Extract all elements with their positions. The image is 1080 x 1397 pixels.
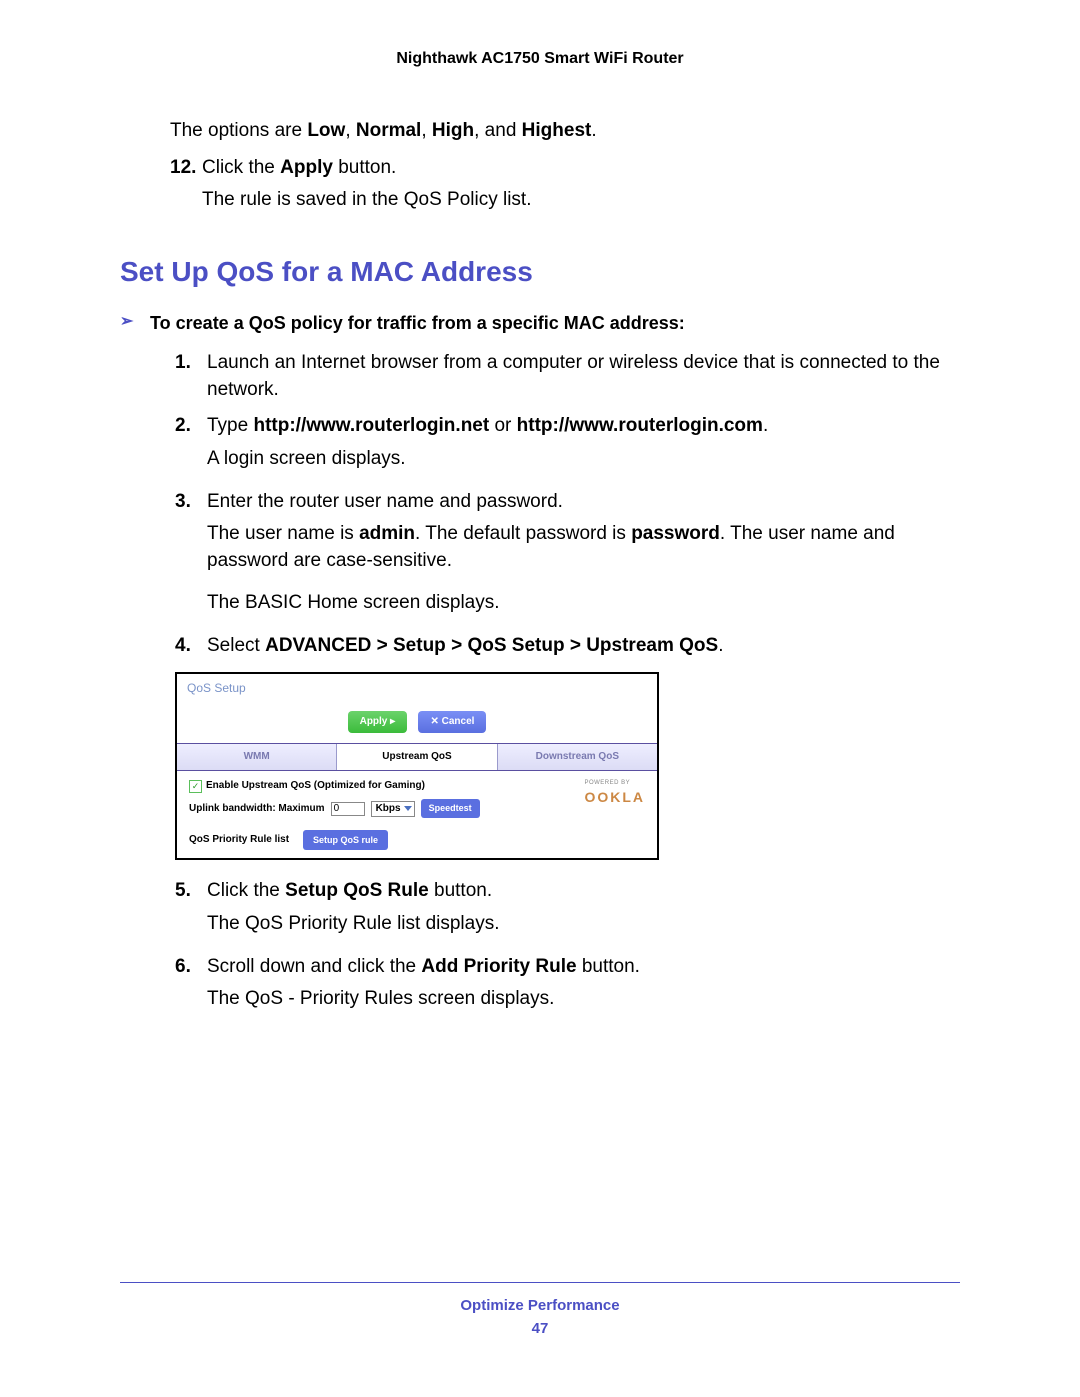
step-6-c: button.	[577, 956, 640, 977]
step-1-text: Launch an Internet browser from a comput…	[207, 350, 960, 403]
step-5-a: Click the	[207, 880, 285, 901]
options-prefix: The options are	[170, 120, 307, 141]
enable-upstream-label: Enable Upstream QoS (Optimized for Gamin…	[206, 779, 425, 793]
footer-divider	[120, 1282, 960, 1283]
step-12: 12. Click the Apply button. The rule is …	[170, 155, 960, 220]
step-5-c: button.	[429, 880, 492, 901]
step-2-url1: http://www.routerlogin.net	[253, 415, 489, 436]
speedtest-button[interactable]: Speedtest	[421, 799, 480, 818]
step-12-c: button.	[333, 157, 396, 178]
sep: , and	[474, 120, 522, 141]
ookla-logo: OOKLA	[584, 788, 645, 808]
step-6-a: Scroll down and click the	[207, 956, 421, 977]
opt-normal: Normal	[356, 120, 421, 141]
step-2-e: .	[763, 415, 768, 436]
uplink-unit-select[interactable]: Kbps	[371, 801, 415, 817]
ookla-badge: POWERED BY OOKLA	[584, 779, 645, 807]
opt-highest: Highest	[522, 120, 592, 141]
qos-panel-title: QoS Setup	[177, 674, 657, 707]
setup-qos-rule-button[interactable]: Setup QoS rule	[303, 830, 388, 851]
period: .	[591, 120, 596, 141]
powered-by-label: POWERED BY	[584, 779, 645, 787]
cancel-button[interactable]: ✕ Cancel	[418, 711, 486, 733]
step-12-sub: The rule is saved in the QoS Policy list…	[202, 187, 960, 214]
step-3-text: Enter the router user name and password.	[207, 491, 563, 512]
step-12-b: Apply	[280, 157, 333, 178]
tab-upstream[interactable]: Upstream QoS	[337, 744, 497, 770]
sep: ,	[421, 120, 432, 141]
procedure-intro-text: To create a QoS policy for traffic from …	[150, 311, 685, 336]
step-3-sub2: The BASIC Home screen displays.	[207, 590, 960, 617]
step-5-b: Setup QoS Rule	[285, 880, 429, 901]
uplink-label: Uplink bandwidth: Maximum	[189, 802, 325, 816]
step-4: 4. Select ADVANCED > Setup > QoS Setup >…	[175, 633, 960, 660]
sep: ,	[345, 120, 356, 141]
footer-section: Optimize Performance	[120, 1297, 960, 1314]
step-4-num: 4.	[175, 633, 207, 660]
step-2-a: Type	[207, 415, 253, 436]
tab-wmm[interactable]: WMM	[177, 744, 337, 770]
step-2-num: 2.	[175, 413, 207, 478]
s3c: . The default password is	[415, 523, 631, 544]
step-6-num: 6.	[175, 954, 207, 1019]
enable-upstream-row: ✓ Enable Upstream QoS (Optimized for Gam…	[189, 779, 480, 793]
doc-title: Nighthawk AC1750 Smart WiFi Router	[120, 50, 960, 68]
step-5-sub: The QoS Priority Rule list displays.	[207, 911, 960, 938]
step-3: 3. Enter the router user name and passwo…	[175, 489, 960, 623]
step-1: 1. Launch an Internet browser from a com…	[175, 350, 960, 403]
step-12-num: 12.	[170, 155, 202, 220]
apply-button[interactable]: Apply ▸	[348, 711, 408, 733]
arrow-icon: ➢	[120, 311, 150, 333]
rule-list-label: QoS Priority Rule list	[189, 833, 289, 847]
step-2-c: or	[489, 415, 516, 436]
opt-low: Low	[307, 120, 345, 141]
s3a: The user name is	[207, 523, 359, 544]
enable-upstream-checkbox[interactable]: ✓	[189, 780, 202, 793]
step-6-b: Add Priority Rule	[421, 956, 576, 977]
rule-list-row: QoS Priority Rule list Setup QoS rule	[189, 830, 645, 851]
uplink-row: Uplink bandwidth: Maximum Kbps Speedtest	[189, 799, 480, 818]
step-4-c: .	[718, 635, 723, 656]
step-2-url2: http://www.routerlogin.com	[517, 415, 763, 436]
step-1-num: 1.	[175, 350, 207, 403]
s3b: admin	[359, 523, 415, 544]
qos-button-row: Apply ▸ ✕ Cancel	[177, 706, 657, 743]
step-4-a: Select	[207, 635, 265, 656]
step-3-sub1: The user name is admin. The default pass…	[207, 521, 960, 574]
step-5: 5. Click the Setup QoS Rule button. The …	[175, 878, 960, 943]
qos-screenshot: QoS Setup Apply ▸ ✕ Cancel WMM Upstream …	[175, 672, 659, 861]
s3d: password	[631, 523, 720, 544]
procedure-intro: ➢ To create a QoS policy for traffic fro…	[120, 311, 960, 336]
step-4-path: ADVANCED > Setup > QoS Setup > Upstream …	[265, 635, 718, 656]
tab-downstream[interactable]: Downstream QoS	[498, 744, 657, 770]
options-line: The options are Low, Normal, High, and H…	[170, 118, 960, 145]
footer-page-number: 47	[120, 1320, 960, 1337]
step-2: 2. Type http://www.routerlogin.net or ht…	[175, 413, 960, 478]
uplink-value-input[interactable]	[331, 802, 365, 816]
step-6-sub: The QoS - Priority Rules screen displays…	[207, 986, 960, 1013]
step-12-a: Click the	[202, 157, 280, 178]
section-heading: Set Up QoS for a MAC Address	[120, 252, 960, 291]
step-6: 6. Scroll down and click the Add Priorit…	[175, 954, 960, 1019]
opt-high: High	[432, 120, 474, 141]
step-3-num: 3.	[175, 489, 207, 623]
step-2-sub: A login screen displays.	[207, 446, 960, 473]
qos-tabs: WMM Upstream QoS Downstream QoS	[177, 743, 657, 771]
step-5-num: 5.	[175, 878, 207, 943]
page-footer: Optimize Performance 47	[120, 1282, 960, 1337]
